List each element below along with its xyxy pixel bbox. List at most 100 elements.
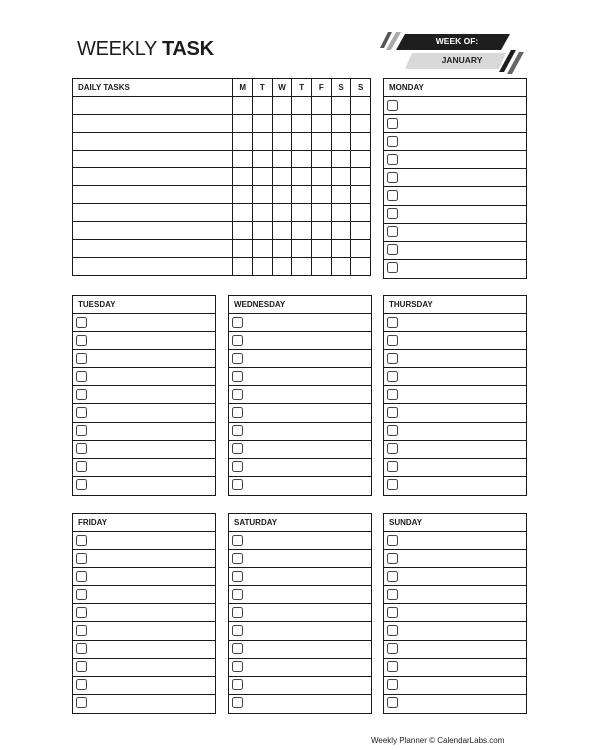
daily-task-day-cell[interactable] xyxy=(252,239,273,258)
daily-task-day-cell[interactable] xyxy=(232,203,254,223)
daily-task-day-cell[interactable] xyxy=(232,239,254,258)
task-row[interactable] xyxy=(229,350,371,369)
task-row[interactable] xyxy=(229,459,371,477)
daily-task-day-cell[interactable] xyxy=(311,131,332,151)
task-row[interactable] xyxy=(73,532,215,551)
task-row[interactable] xyxy=(384,332,526,351)
daily-task-day-cell[interactable] xyxy=(252,203,273,223)
task-row[interactable] xyxy=(73,404,215,423)
task-row[interactable] xyxy=(384,187,526,206)
task-row[interactable] xyxy=(229,695,371,713)
task-row[interactable] xyxy=(229,477,371,495)
checkbox-icon[interactable] xyxy=(76,570,87,582)
task-row[interactable] xyxy=(384,224,526,242)
task-row[interactable] xyxy=(384,677,526,695)
daily-task-day-cell[interactable] xyxy=(311,113,332,133)
daily-task-input[interactable] xyxy=(71,203,234,223)
daily-task-day-cell[interactable] xyxy=(350,239,371,258)
daily-task-day-cell[interactable] xyxy=(291,239,312,258)
checkbox-icon[interactable] xyxy=(387,334,398,346)
daily-task-day-cell[interactable] xyxy=(330,203,352,223)
checkbox-icon[interactable] xyxy=(76,552,87,564)
checkbox-icon[interactable] xyxy=(232,352,243,364)
checkbox-icon[interactable] xyxy=(387,244,398,256)
task-row[interactable] xyxy=(73,641,215,659)
checkbox-icon[interactable] xyxy=(232,570,243,582)
daily-task-day-cell[interactable] xyxy=(311,185,332,205)
daily-task-day-cell[interactable] xyxy=(232,167,254,187)
task-row[interactable] xyxy=(229,586,371,605)
daily-task-input[interactable] xyxy=(71,239,234,258)
daily-task-input[interactable] xyxy=(71,256,234,276)
checkbox-icon[interactable] xyxy=(232,316,243,328)
daily-task-day-cell[interactable] xyxy=(330,95,352,115)
checkbox-icon[interactable] xyxy=(76,334,87,346)
daily-task-day-cell[interactable] xyxy=(350,185,371,205)
task-row[interactable] xyxy=(384,260,526,278)
task-row[interactable] xyxy=(229,386,371,405)
task-row[interactable] xyxy=(384,314,526,333)
task-row[interactable] xyxy=(229,423,371,441)
checkbox-icon[interactable] xyxy=(232,534,243,546)
daily-task-day-cell[interactable] xyxy=(330,131,352,151)
task-row[interactable] xyxy=(73,677,215,695)
checkbox-icon[interactable] xyxy=(387,552,398,564)
task-row[interactable] xyxy=(384,641,526,659)
checkbox-icon[interactable] xyxy=(76,606,87,618)
daily-task-day-cell[interactable] xyxy=(311,167,332,187)
daily-task-day-cell[interactable] xyxy=(330,185,352,205)
checkbox-icon[interactable] xyxy=(387,679,398,691)
task-row[interactable] xyxy=(384,368,526,387)
task-row[interactable] xyxy=(73,459,215,477)
daily-task-input[interactable] xyxy=(71,185,234,205)
task-row[interactable] xyxy=(73,550,215,569)
checkbox-icon[interactable] xyxy=(76,679,87,691)
daily-task-day-cell[interactable] xyxy=(350,167,371,187)
task-row[interactable] xyxy=(73,477,215,495)
checkbox-icon[interactable] xyxy=(232,643,243,655)
checkbox-icon[interactable] xyxy=(232,388,243,400)
daily-task-day-cell[interactable] xyxy=(291,167,312,187)
daily-task-day-cell[interactable] xyxy=(271,95,293,115)
task-row[interactable] xyxy=(384,151,526,170)
daily-task-day-cell[interactable] xyxy=(232,113,254,133)
task-row[interactable] xyxy=(73,423,215,441)
checkbox-icon[interactable] xyxy=(387,316,398,328)
daily-task-day-cell[interactable] xyxy=(271,149,293,169)
task-row[interactable] xyxy=(73,314,215,333)
daily-task-day-cell[interactable] xyxy=(330,239,352,258)
checkbox-icon[interactable] xyxy=(387,425,398,437)
task-row[interactable] xyxy=(384,133,526,152)
task-row[interactable] xyxy=(384,97,526,116)
daily-task-day-cell[interactable] xyxy=(311,256,332,276)
checkbox-icon[interactable] xyxy=(387,443,398,455)
daily-task-day-cell[interactable] xyxy=(232,95,254,115)
checkbox-icon[interactable] xyxy=(387,208,398,220)
checkbox-icon[interactable] xyxy=(232,679,243,691)
checkbox-icon[interactable] xyxy=(387,171,398,183)
daily-task-input[interactable] xyxy=(71,221,234,241)
daily-task-day-cell[interactable] xyxy=(311,95,332,115)
task-row[interactable] xyxy=(73,332,215,351)
checkbox-icon[interactable] xyxy=(232,661,243,673)
daily-task-day-cell[interactable] xyxy=(271,239,293,258)
checkbox-icon[interactable] xyxy=(232,443,243,455)
checkbox-icon[interactable] xyxy=(387,135,398,147)
task-row[interactable] xyxy=(73,604,215,623)
daily-task-day-cell[interactable] xyxy=(350,221,371,241)
task-row[interactable] xyxy=(384,550,526,569)
checkbox-icon[interactable] xyxy=(232,406,243,418)
daily-task-day-cell[interactable] xyxy=(232,221,254,241)
daily-task-day-cell[interactable] xyxy=(350,149,371,169)
checkbox-icon[interactable] xyxy=(232,461,243,473)
daily-task-day-cell[interactable] xyxy=(291,131,312,151)
task-row[interactable] xyxy=(229,622,371,641)
task-row[interactable] xyxy=(229,604,371,623)
task-row[interactable] xyxy=(229,568,371,587)
daily-task-day-cell[interactable] xyxy=(271,185,293,205)
daily-task-day-cell[interactable] xyxy=(291,256,312,276)
task-row[interactable] xyxy=(73,368,215,387)
daily-task-day-cell[interactable] xyxy=(350,131,371,151)
daily-task-input[interactable] xyxy=(71,131,234,151)
checkbox-icon[interactable] xyxy=(232,606,243,618)
